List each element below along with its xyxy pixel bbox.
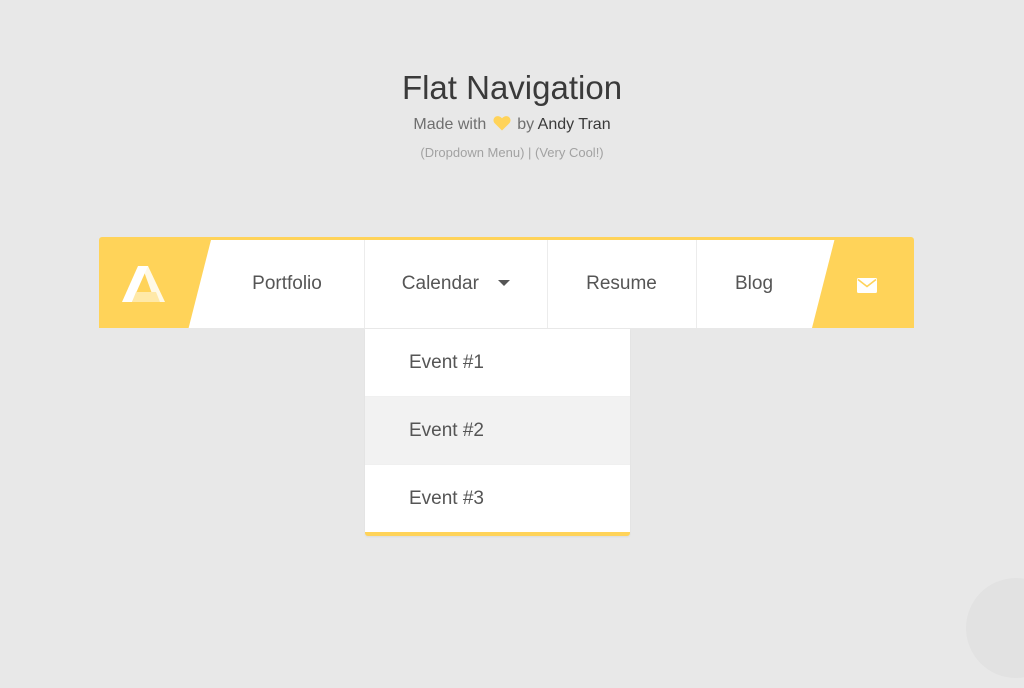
nav-item-label: Blog <box>734 273 774 294</box>
mail-button[interactable] <box>812 240 914 328</box>
nav-item-portfolio[interactable]: Portfolio <box>211 240 363 328</box>
nav-item-label: Portfolio <box>252 273 322 294</box>
dropdown-item-label: Event #1 <box>409 352 484 373</box>
page: Flat Navigation Made with by Andy Tran (… <box>0 0 1024 688</box>
nav-item-resume[interactable]: Resume <box>547 240 697 328</box>
subtitle-note: (Dropdown Menu) | (Very Cool!) <box>420 145 604 160</box>
dropdown-item-event-2[interactable]: Event #2 <box>365 396 630 464</box>
brand-a-logo-icon <box>122 266 165 302</box>
caret-down-icon <box>498 280 511 286</box>
dropdown-item-event-1[interactable]: Event #1 <box>365 329 630 396</box>
heart-icon <box>493 115 511 131</box>
calendar-dropdown-menu: Event #1 Event #2 Event #3 <box>365 329 630 536</box>
nav-item-label: Resume <box>586 273 657 294</box>
dropdown-item-label: Event #3 <box>409 488 484 509</box>
byline: Made with by Andy Tran <box>0 114 1024 136</box>
page-header: Flat Navigation Made with by Andy Tran (… <box>0 66 1024 162</box>
envelope-icon <box>857 278 877 293</box>
page-title: Flat Navigation <box>401 69 623 106</box>
made-with-text: Made with <box>413 116 487 133</box>
nav-item-blog[interactable]: Blog <box>697 240 811 328</box>
by-text: by <box>517 116 535 133</box>
dropdown-item-label: Event #2 <box>409 420 484 441</box>
logo-button[interactable] <box>99 240 211 328</box>
main-navigation: Portfolio Calendar Resume Blog <box>99 237 914 328</box>
dropdown-item-event-3[interactable]: Event #3 <box>365 464 630 532</box>
corner-decoration <box>966 578 1024 678</box>
author-name[interactable]: Andy Tran <box>538 116 611 133</box>
nav-item-label: Calendar <box>401 273 479 294</box>
nav-item-calendar[interactable]: Calendar <box>364 240 548 328</box>
